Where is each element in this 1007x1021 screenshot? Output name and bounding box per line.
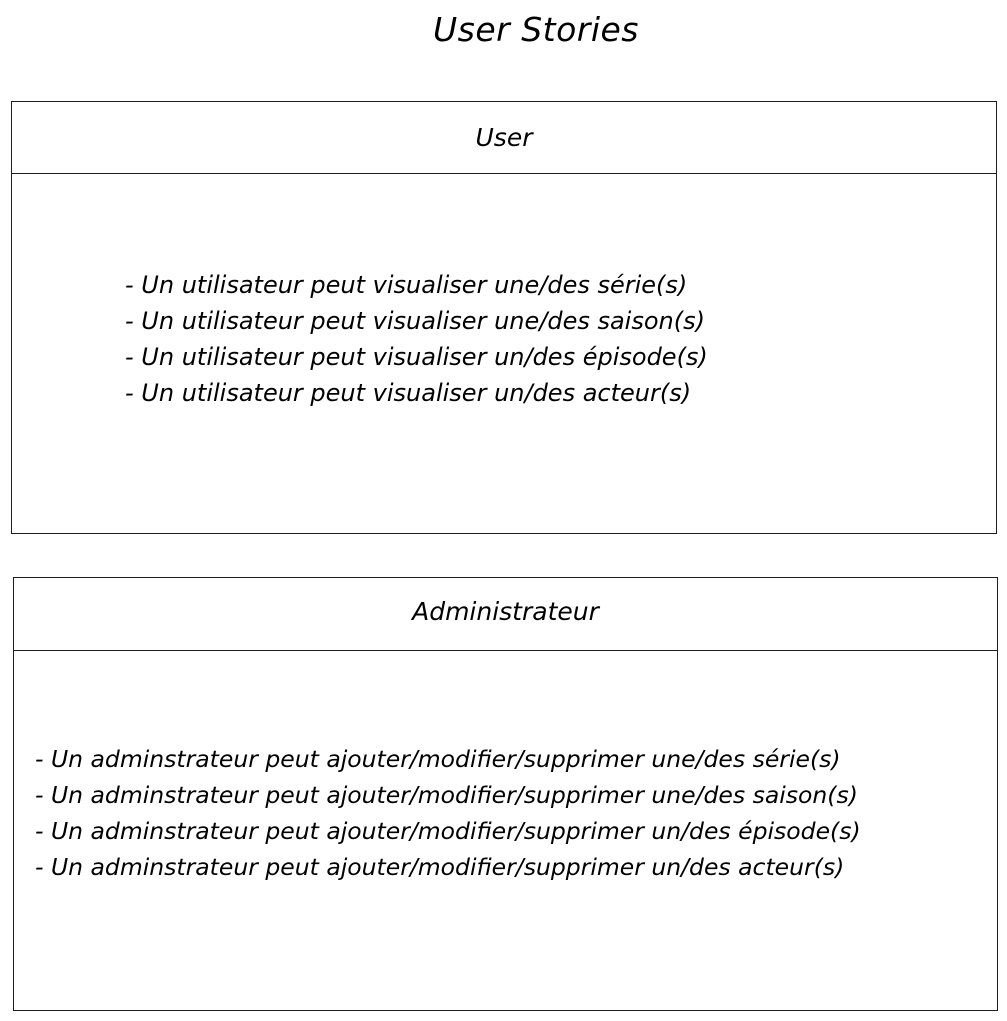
user-story-item: Un utilisateur peut visualiser un/des ac…: [125, 375, 708, 411]
user-story-item: Un utilisateur peut visualiser une/des s…: [125, 267, 708, 303]
admin-story-item: Un adminstrateur peut ajouter/modifier/s…: [35, 849, 861, 885]
admin-story-item: Un adminstrateur peut ajouter/modifier/s…: [35, 813, 861, 849]
user-stories-panel: User Un utilisateur peut visualiser une/…: [11, 101, 997, 534]
user-panel-header: User: [12, 102, 996, 174]
admin-story-item: Un adminstrateur peut ajouter/modifier/s…: [35, 741, 861, 777]
user-story-item: Un utilisateur peut visualiser un/des ép…: [125, 339, 708, 375]
admin-stories-panel: Administrateur Un adminstrateur peut ajo…: [13, 577, 998, 1011]
admin-panel-header: Administrateur: [14, 578, 997, 651]
admin-story-item: Un adminstrateur peut ajouter/modifier/s…: [35, 777, 861, 813]
admin-story-list: Un adminstrateur peut ajouter/modifier/s…: [35, 741, 861, 885]
user-story-item: Un utilisateur peut visualiser une/des s…: [125, 303, 708, 339]
user-story-list: Un utilisateur peut visualiser une/des s…: [125, 267, 708, 411]
diagram-title: User Stories: [432, 10, 639, 49]
